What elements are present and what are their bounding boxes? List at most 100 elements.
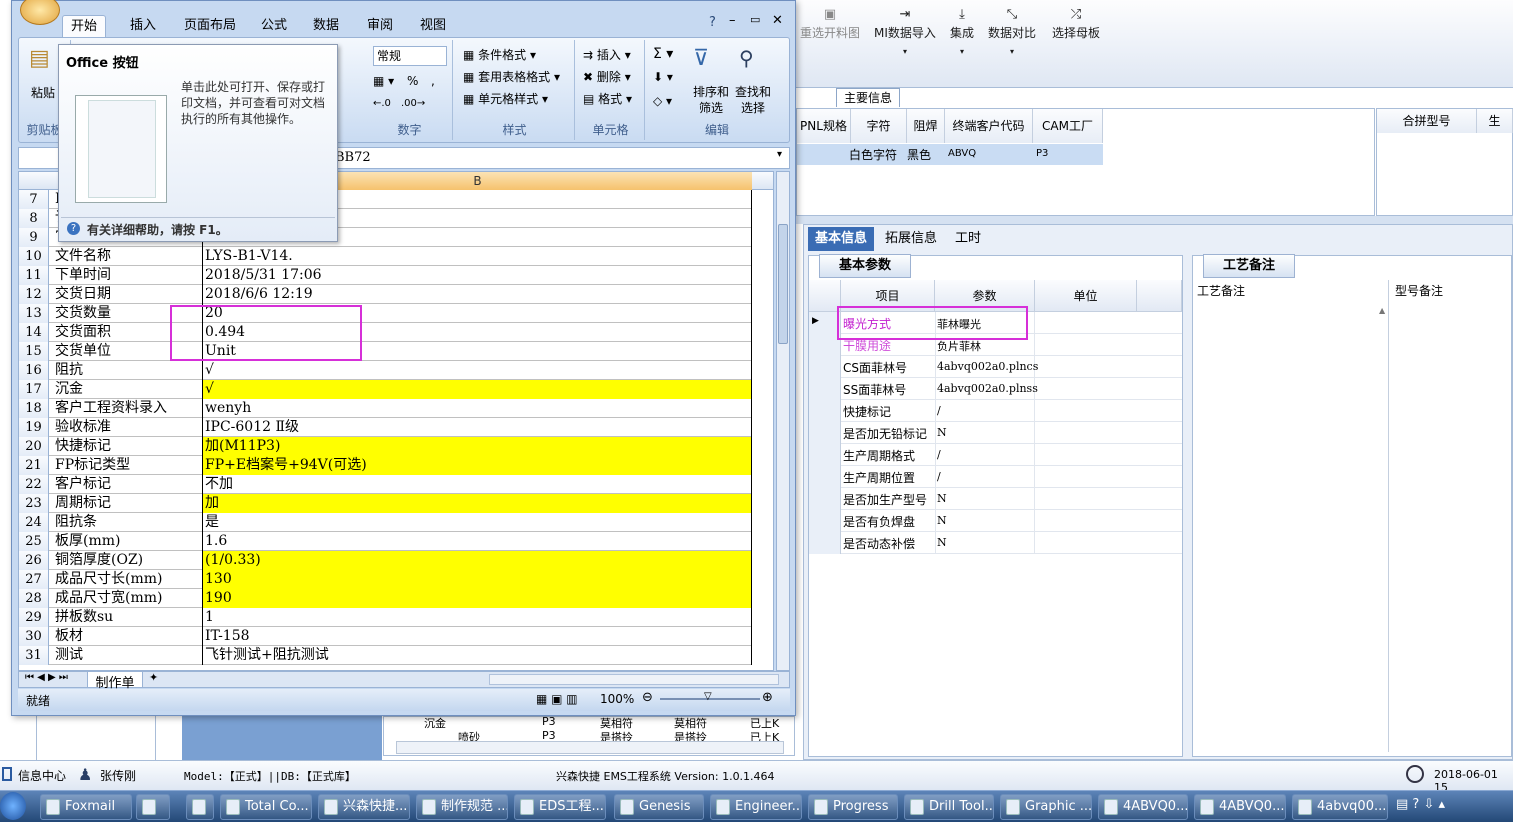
table-row[interactable]: 21 FP标记类型 FP+E档案号+94V(可选) xyxy=(19,456,752,475)
cell-b[interactable]: (1/0.33) xyxy=(203,551,752,570)
table-row[interactable]: 31 测试 飞针测试+阻抗测试 xyxy=(19,646,752,665)
taskbar-item[interactable]: Engineer... xyxy=(710,794,802,820)
splitter[interactable] xyxy=(796,216,1513,224)
tab-basic-info[interactable]: 基本信息 xyxy=(808,227,875,251)
table-row[interactable]: 18 客户工程资料录入 wenyh xyxy=(19,399,752,418)
fill-icon[interactable]: ⬇ ▾ xyxy=(653,70,673,84)
taskbar-item[interactable]: 4ABVQ0... xyxy=(1194,794,1286,820)
tab-review[interactable]: 审阅 xyxy=(359,15,401,37)
param-row[interactable]: 生产周期位置 / xyxy=(809,466,1182,488)
clear-icon[interactable]: ◇ ▾ xyxy=(653,94,672,108)
cell-b[interactable]: 加(M11P3) xyxy=(203,437,752,456)
cell-a[interactable]: 快捷标记 xyxy=(50,437,203,456)
row-number[interactable]: 15 xyxy=(19,342,49,361)
row-number[interactable]: 10 xyxy=(19,247,49,266)
cell-a[interactable]: 阻抗 xyxy=(50,361,203,380)
cell-a[interactable]: 客户标记 xyxy=(50,475,203,494)
insert-cells-button[interactable]: ⇉ 插入 ▾ xyxy=(583,46,631,63)
grid-header[interactable]: 阻焊 xyxy=(907,109,945,143)
grid-header[interactable]: 终端客户代码 xyxy=(945,109,1033,143)
param-row[interactable]: SS面菲林号 4abvq002a0.plnss xyxy=(809,378,1182,400)
row-number[interactable]: 8 xyxy=(19,209,49,228)
row-selector[interactable] xyxy=(809,400,841,422)
table-format-button[interactable]: ▦ 套用表格格式 ▾ xyxy=(463,68,560,85)
param-value[interactable]: 4abvq002a0.plnss xyxy=(937,382,1038,395)
table-row[interactable]: 23 周期标记加 xyxy=(19,494,752,513)
row-number[interactable]: 9 xyxy=(19,228,49,247)
tab-work-hours[interactable]: 工时 xyxy=(948,227,988,251)
tab-data[interactable]: 数据 xyxy=(305,15,347,37)
row-number[interactable]: 22 xyxy=(19,475,49,494)
tab-extended-info[interactable]: 拓展信息 xyxy=(878,227,944,251)
row-number[interactable]: 31 xyxy=(19,646,49,665)
table-row[interactable]: 26 铜箔厚度(OZ) (1/0.33) xyxy=(19,551,752,570)
row-number[interactable]: 27 xyxy=(19,570,49,589)
table-row[interactable]: 20 快捷标记 加(M11P3) xyxy=(19,437,752,456)
table-row[interactable]: 29 拼板数su 1 xyxy=(19,608,752,627)
table-row[interactable]: 30 板材 IT-158 xyxy=(19,627,752,646)
table-row[interactable]: 12 交货日期 2018/6/6 12:19 xyxy=(19,285,752,304)
tab-main-info[interactable]: 主要信息 xyxy=(836,88,900,107)
param-value[interactable]: / xyxy=(937,404,941,417)
table-row[interactable]: 24 阻抗条是 xyxy=(19,513,752,532)
sheet-tab-active[interactable]: 制作单 xyxy=(87,671,143,691)
cell-a[interactable]: 板厚(mm) xyxy=(50,532,203,551)
cell-b[interactable]: 1.6 xyxy=(203,532,752,551)
param-row[interactable]: 生产周期格式 / xyxy=(809,444,1182,466)
cell-b[interactable]: 190 xyxy=(203,589,752,608)
cell-b[interactable]: IT-158 xyxy=(203,627,752,646)
row-number[interactable]: 30 xyxy=(19,627,49,646)
row-number[interactable]: 7 xyxy=(19,190,49,209)
row-number[interactable]: 20 xyxy=(19,437,49,456)
param-value[interactable]: / xyxy=(937,448,941,461)
cell-b[interactable]: wenyh xyxy=(203,399,752,418)
taskbar-item[interactable]: 4abvq00... xyxy=(1292,794,1388,820)
cell-a[interactable]: 成品尺寸宽(mm) xyxy=(50,589,203,608)
row-number[interactable]: 28 xyxy=(19,589,49,608)
row-number[interactable]: 17 xyxy=(19,380,49,399)
param-row[interactable]: 是否有负焊盘 N xyxy=(809,510,1182,532)
table-row[interactable]: 28 成品尺寸宽(mm) 190 xyxy=(19,589,752,608)
cell-a[interactable]: 测试 xyxy=(50,646,203,665)
table-row[interactable]: 14 交货面积 0.494 xyxy=(19,323,752,342)
new-sheet-icon[interactable]: ✦ xyxy=(149,671,158,684)
param-value[interactable]: 负片菲林 xyxy=(937,338,981,354)
param-value[interactable]: N xyxy=(937,536,947,549)
increase-decimal-button[interactable]: ←.0 xyxy=(373,98,391,109)
taskbar-item[interactable]: Graphic ... xyxy=(1000,794,1092,820)
table-row[interactable]: 19 验收标准 IPC-6012 Ⅱ级 xyxy=(19,418,752,437)
tab-insert[interactable]: 插入 xyxy=(122,15,164,37)
table-row[interactable]: 13 交货数量 20 xyxy=(19,304,752,323)
currency-format-button[interactable]: ▦ ▾ xyxy=(373,74,394,88)
mi-import-button[interactable]: ⇥ MI数据导入 ▾ xyxy=(874,6,936,56)
delete-cells-button[interactable]: ✖ 删除 ▾ xyxy=(583,68,631,85)
row-selector[interactable] xyxy=(809,510,841,532)
start-button[interactable] xyxy=(0,792,26,820)
format-cells-button[interactable]: ▤ 格式 ▾ xyxy=(583,90,632,107)
find-select-button[interactable]: 查找和选择 xyxy=(733,84,773,116)
grid-header[interactable]: 生 xyxy=(1477,109,1513,133)
grid-header[interactable]: 合拼型号 xyxy=(1377,109,1477,133)
table-row[interactable]: 17 沉金 √ xyxy=(19,380,752,399)
percent-format-button[interactable]: % xyxy=(407,74,418,88)
horizontal-scrollbar[interactable] xyxy=(489,674,779,685)
autosum-icon[interactable]: Σ ▾ xyxy=(653,46,673,62)
grid-header[interactable]: 字符 xyxy=(851,109,907,143)
scroll-up-icon[interactable]: ▲ xyxy=(1379,306,1385,315)
table-row[interactable]: 15 交货单位 Unit xyxy=(19,342,752,361)
cell-a[interactable]: 铜箔厚度(OZ) xyxy=(50,551,203,570)
cell-b[interactable]: FP+E档案号+94V(可选) xyxy=(203,456,752,475)
taskbar-item[interactable]: 兴森快捷... xyxy=(318,794,410,820)
table-row[interactable]: 25 板厚(mm) 1.6 xyxy=(19,532,752,551)
taskbar-item[interactable]: 4ABVQ0... xyxy=(1098,794,1188,820)
row-number[interactable]: 23 xyxy=(19,494,49,513)
cell-b[interactable]: 飞针测试+阻抗测试 xyxy=(203,646,752,665)
cell-a[interactable]: 交货日期 xyxy=(50,285,203,304)
row-number[interactable]: 14 xyxy=(19,323,49,342)
param-row[interactable]: CS面菲林号 4abvq002a0.plncs xyxy=(809,356,1182,378)
param-row[interactable]: 是否加无铅标记 N xyxy=(809,422,1182,444)
tab-formulas[interactable]: 公式 xyxy=(253,15,295,37)
row-selector[interactable] xyxy=(809,422,841,444)
expand-formula-icon[interactable]: ▾ xyxy=(777,149,782,160)
row-number[interactable]: 11 xyxy=(19,266,49,285)
